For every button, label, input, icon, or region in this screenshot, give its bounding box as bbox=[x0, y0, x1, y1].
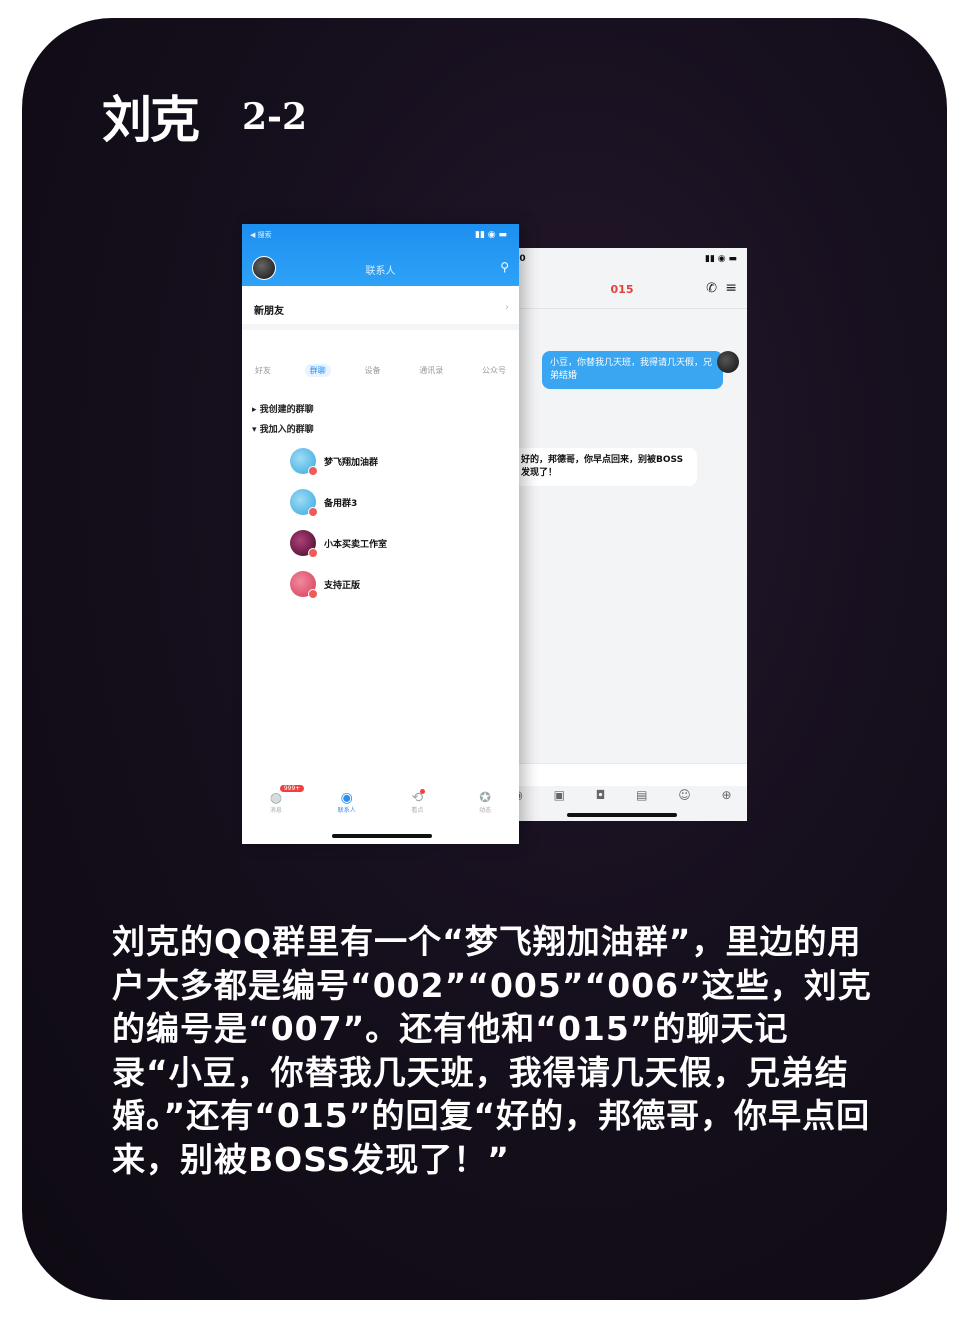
menu-icon[interactable]: ≡ bbox=[725, 280, 737, 296]
avatar bbox=[290, 489, 318, 517]
list-item[interactable]: 备用群3 bbox=[290, 487, 357, 517]
nav-label: 看点 bbox=[411, 807, 424, 814]
contacts-header: ◀ 搜索 ▮▮ ◉ ▬ 联系人 ⚲ bbox=[242, 224, 519, 286]
caption-text: 刘克的QQ群里有一个“梦飞翔加油群”，里边的用户大多都是编号“002”“005”… bbox=[112, 922, 872, 1179]
nav-label: 消息 bbox=[269, 807, 282, 814]
message-bubble-received: 好的，邦德哥，你早点回来，别被BOSS发现了！ bbox=[513, 448, 697, 486]
phone-icon[interactable]: ✆ bbox=[706, 281, 717, 296]
tab-devices[interactable]: 设备 bbox=[360, 364, 386, 377]
nav-label: 动态 bbox=[479, 807, 492, 814]
nav-watch[interactable]: ⟲ 看点 bbox=[411, 789, 426, 814]
group-name: 支持正版 bbox=[324, 580, 361, 591]
status-icons: ▮▮ ◉ ▬ bbox=[705, 254, 737, 264]
tab-friends[interactable]: 好友 bbox=[250, 364, 276, 377]
plus-icon[interactable]: ⊕ bbox=[721, 788, 731, 802]
nav-contacts[interactable]: ◉ 联系人 bbox=[338, 791, 356, 814]
avatar bbox=[290, 571, 318, 599]
group-name: 小本买卖工作室 bbox=[324, 539, 388, 550]
nav-moments[interactable]: ✪ 动态 bbox=[479, 791, 491, 814]
tab-official-accounts[interactable]: 公众号 bbox=[477, 364, 511, 377]
home-indicator bbox=[332, 834, 432, 838]
tab-address-book[interactable]: 通讯录 bbox=[414, 364, 448, 377]
emoji-icon[interactable]: ☺ bbox=[678, 788, 691, 802]
camera-icon[interactable]: ◘ bbox=[596, 788, 606, 802]
avatar bbox=[290, 448, 318, 476]
star-icon: ✪ bbox=[479, 790, 491, 806]
unread-badge: 999+ bbox=[279, 785, 305, 792]
avatar[interactable] bbox=[717, 351, 739, 373]
page-title: 联系人 bbox=[365, 266, 396, 277]
chat-toolbar: ◉ ▣ ◘ ▤ ☺ ⊕ bbox=[497, 787, 747, 803]
title-name: 刘克 bbox=[102, 90, 200, 149]
nav-messages[interactable]: ◍ 999+ 消息 bbox=[269, 785, 305, 814]
back-link[interactable]: ◀ 搜索 bbox=[250, 230, 272, 240]
group-name: 备用群3 bbox=[324, 498, 358, 509]
list-item[interactable]: 支持正版 bbox=[290, 569, 360, 599]
group-joined[interactable]: ▾ 我加入的群聊 bbox=[252, 422, 314, 435]
status-icons: ▮▮ ◉ ▬ bbox=[475, 230, 507, 240]
message-bubble-sent: 小豆，你替我几天班，我得请几天假，兄弟结婚 bbox=[542, 351, 723, 389]
title-code: 2-2 bbox=[242, 96, 308, 138]
list-item[interactable]: 梦飞翔加油群 bbox=[290, 446, 378, 476]
chat-screen: 10:10 ▮▮ ◉ ▬ 9+ 015 ✆ ≡ 小豆，你替我几天班，我得请几天假… bbox=[491, 248, 747, 821]
nav-label: 联系人 bbox=[337, 807, 356, 814]
message-icon: ◍ bbox=[269, 790, 283, 806]
message-input[interactable] bbox=[497, 763, 747, 786]
tab-groups[interactable]: 群聊 bbox=[304, 364, 331, 377]
chat-header: 9+ 015 ✆ ≡ bbox=[497, 268, 747, 309]
divider bbox=[242, 324, 519, 330]
contacts-tabs: 好友 群聊 设备 通讯录 公众号 bbox=[250, 364, 511, 377]
add-user-icon[interactable]: ⚲ bbox=[500, 260, 509, 274]
bottom-nav: ◍ 999+ 消息 ◉ 联系人 ⟲ 看点 ✪ 动态 bbox=[242, 785, 519, 814]
chevron-right-icon: › bbox=[505, 302, 509, 313]
group-name: 梦飞翔加油群 bbox=[324, 457, 379, 468]
list-item[interactable]: 小本买卖工作室 bbox=[290, 528, 387, 558]
file-icon[interactable]: ▤ bbox=[636, 788, 647, 802]
home-indicator bbox=[567, 813, 677, 817]
group-created[interactable]: ▸ 我创建的群聊 bbox=[252, 402, 314, 415]
notification-dot bbox=[420, 789, 426, 794]
contacts-icon: ◉ bbox=[340, 790, 353, 806]
new-friends-link[interactable]: 新朋友 bbox=[254, 302, 284, 317]
avatar bbox=[290, 530, 318, 558]
image-icon[interactable]: ▣ bbox=[554, 788, 565, 802]
contacts-screen: ◀ 搜索 ▮▮ ◉ ▬ 联系人 ⚲ 新朋友 › 好友 群聊 设备 通讯录 公众号… bbox=[242, 224, 519, 844]
photo-card: 刘克 2-2 10:10 ▮▮ ◉ ▬ 9+ 015 ✆ ≡ 小豆，你替我几天班… bbox=[22, 18, 947, 1300]
